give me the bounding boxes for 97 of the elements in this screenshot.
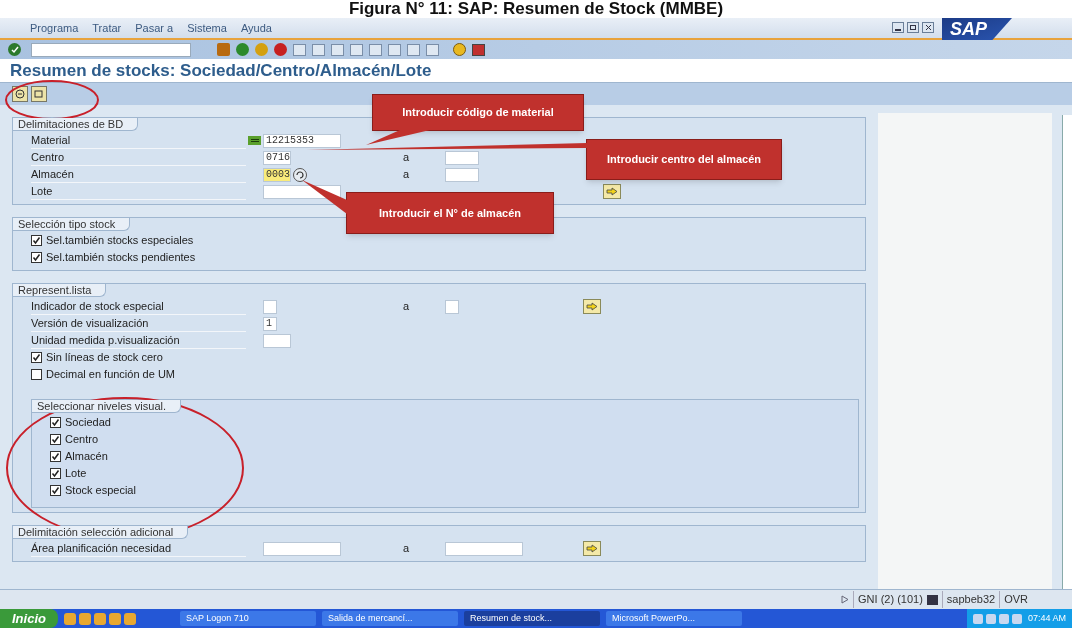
checkbox-label: Sel.también stocks pendientes bbox=[46, 250, 196, 266]
section-title: Delimitación selección adicional bbox=[13, 526, 189, 539]
tray-icon[interactable] bbox=[998, 613, 1009, 624]
toolbar-icon[interactable] bbox=[312, 43, 325, 56]
checkbox-label: Sel.también stocks especiales bbox=[46, 233, 194, 249]
field-label: Unidad medida p.visualización bbox=[31, 332, 246, 349]
checkbox-label: Lote bbox=[65, 466, 87, 482]
checkbox-label: Almacén bbox=[65, 449, 108, 465]
quick-launch-icon[interactable] bbox=[63, 612, 76, 625]
minimize-icon[interactable] bbox=[892, 22, 904, 33]
clock: 07:44 AM bbox=[1027, 611, 1066, 625]
multiple-selection-button[interactable] bbox=[583, 541, 601, 556]
range-to-field[interactable] bbox=[445, 299, 459, 314]
taskbar-button[interactable]: SAP Logon 710 bbox=[179, 611, 316, 626]
menu-item[interactable]: Programa bbox=[30, 19, 79, 36]
search-help-icon[interactable] bbox=[293, 167, 307, 182]
toolbar-icon[interactable] bbox=[407, 43, 420, 56]
input-field[interactable] bbox=[263, 299, 277, 314]
menu-item[interactable]: Ayuda bbox=[240, 19, 272, 36]
input-field[interactable]: 0003 bbox=[263, 167, 291, 182]
taskbar-button[interactable]: Microsoft PowerPo... bbox=[605, 611, 742, 626]
help-icon[interactable] bbox=[453, 43, 466, 56]
range-to-field[interactable] bbox=[445, 167, 479, 182]
tray-icon[interactable] bbox=[985, 613, 996, 624]
field-label: Almacén bbox=[31, 166, 246, 183]
checkbox-label: Sociedad bbox=[65, 415, 111, 431]
annotation-callout: Introducir centro del almacén bbox=[586, 139, 782, 180]
field-label: Indicador de stock especial bbox=[31, 298, 246, 315]
quick-launch-icon[interactable] bbox=[93, 612, 106, 625]
field-label: Versión de visualización bbox=[31, 315, 246, 332]
menu-item[interactable]: Sistema bbox=[187, 19, 227, 36]
checkbox[interactable] bbox=[50, 485, 61, 496]
checkbox[interactable] bbox=[31, 369, 42, 380]
range-label: a bbox=[403, 541, 411, 557]
menu-item[interactable]: Tratar bbox=[92, 19, 122, 36]
check-icon[interactable] bbox=[8, 43, 21, 56]
checkbox[interactable] bbox=[31, 352, 42, 363]
checkbox[interactable] bbox=[50, 451, 61, 462]
section-title: Delimitaciones de BD bbox=[13, 118, 139, 131]
selection-option-icon[interactable] bbox=[248, 136, 261, 145]
input-field[interactable] bbox=[263, 541, 341, 556]
checkbox[interactable] bbox=[50, 468, 61, 479]
start-button[interactable]: Inicio bbox=[0, 609, 58, 628]
tray-icon[interactable] bbox=[972, 613, 983, 624]
field-label: Material bbox=[31, 132, 246, 149]
range-label: a bbox=[403, 299, 411, 315]
input-field[interactable]: 0716 bbox=[263, 150, 291, 165]
checkbox[interactable] bbox=[50, 417, 61, 428]
nav-icon[interactable] bbox=[236, 43, 249, 56]
taskbar-button[interactable]: Salida de mercancí... bbox=[321, 611, 458, 626]
command-field[interactable] bbox=[31, 42, 191, 57]
field-label: Área planificación necesidad bbox=[31, 540, 246, 557]
nav-icon[interactable] bbox=[274, 43, 287, 56]
quick-launch-icon[interactable] bbox=[78, 612, 91, 625]
close-icon[interactable] bbox=[922, 22, 934, 33]
group-title: Seleccionar niveles visual. bbox=[32, 400, 181, 413]
toolbar-icon[interactable] bbox=[350, 43, 363, 56]
status-text: OVR bbox=[999, 591, 1032, 608]
status-text: GNI (2) (101) bbox=[853, 591, 923, 608]
checkbox[interactable] bbox=[31, 252, 42, 263]
callout-pointer bbox=[302, 180, 347, 214]
field-label: Lote bbox=[31, 183, 246, 200]
scrollbar[interactable] bbox=[1062, 115, 1072, 589]
input-field[interactable]: 1 bbox=[263, 316, 277, 331]
quick-launch-icon[interactable] bbox=[123, 612, 136, 625]
status-text: sapbeb32 bbox=[941, 591, 996, 608]
checkbox-label: Decimal en función de UM bbox=[46, 367, 175, 383]
multiple-selection-button[interactable] bbox=[603, 184, 621, 199]
range-label: a bbox=[403, 150, 411, 166]
input-field[interactable]: 12215353 bbox=[263, 133, 341, 148]
checkbox-label: Centro bbox=[65, 432, 99, 448]
toolbar-icon[interactable] bbox=[426, 43, 439, 56]
section-title: Represent.lista bbox=[13, 284, 107, 297]
screen-title: Resumen de stocks: Sociedad/Centro/Almacén/Lote bbox=[10, 59, 432, 82]
multiple-selection-button[interactable] bbox=[583, 299, 601, 314]
checkbox-label: Sin líneas de stock cero bbox=[46, 350, 163, 366]
section-title: Selección tipo stock bbox=[13, 218, 131, 231]
input-field[interactable] bbox=[263, 333, 291, 348]
checkbox-label: Stock especial bbox=[65, 483, 136, 499]
figure-caption: Figura N° 11: SAP: Resumen de Stock (MMBE) bbox=[348, 0, 724, 18]
tray-icon[interactable] bbox=[1011, 613, 1022, 624]
checkbox[interactable] bbox=[31, 235, 42, 246]
restore-icon[interactable] bbox=[907, 22, 919, 33]
logo: SAP bbox=[942, 18, 1012, 40]
range-label: a bbox=[403, 167, 411, 183]
toolbar-icon[interactable] bbox=[331, 43, 344, 56]
checkbox[interactable] bbox=[50, 434, 61, 445]
range-to-field[interactable] bbox=[445, 150, 479, 165]
taskbar-button[interactable]: Resumen de stock... bbox=[463, 611, 600, 626]
toolbar-icon[interactable] bbox=[293, 43, 306, 56]
play-icon[interactable] bbox=[841, 595, 850, 604]
field-label: Centro bbox=[31, 149, 246, 166]
quick-launch-icon[interactable] bbox=[108, 612, 121, 625]
menu-item[interactable]: Pasar a bbox=[135, 19, 174, 36]
range-to-field[interactable] bbox=[445, 541, 523, 556]
toolbar-icon[interactable] bbox=[369, 43, 382, 56]
toolbar-icon[interactable] bbox=[388, 43, 401, 56]
